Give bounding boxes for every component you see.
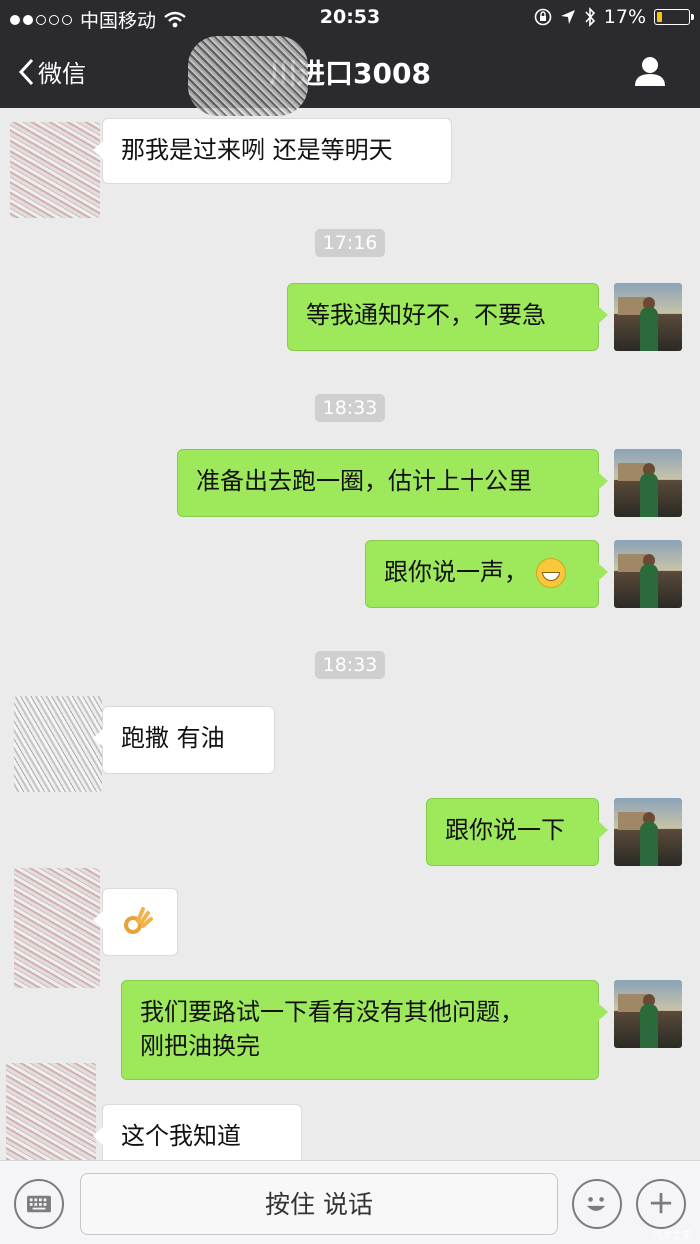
watermark: 汽车之家 [652,1231,692,1242]
message-bubble-out[interactable]: 准备出去跑一圈，估计上十公里 [177,449,608,517]
my-avatar[interactable] [614,283,682,351]
redaction-blur [188,36,308,116]
battery-percent: 17% [603,6,646,28]
hold-to-talk-button[interactable]: 按住 说话 [80,1173,558,1235]
message-bubble-out[interactable]: 等我通知好不，不要急 [287,283,608,351]
chat-title: 川进口3008 [269,57,431,90]
message-bubble-in[interactable] [93,888,178,956]
keyboard-icon[interactable] [14,1179,64,1229]
message-bubble-in[interactable]: 这个我知道 [93,1104,302,1160]
message-bubble-out[interactable]: 跟你说一声， [365,540,608,608]
message-bubble-in[interactable]: 那我是过来咧 还是等明天 [93,118,452,184]
message-text: 跟你说一声， [384,558,528,586]
location-icon [560,10,575,24]
contact-avatar[interactable] [14,696,102,792]
profile-icon[interactable] [630,52,670,92]
message-bubble-in[interactable]: 跑撒 有油 [93,706,275,774]
my-avatar[interactable] [614,449,682,517]
contact-avatar[interactable] [10,122,100,218]
bluetooth-icon [585,7,595,27]
emoji-icon[interactable] [572,1179,622,1229]
chat-area[interactable]: 那我是过来咧 还是等明天 17:16 等我通知好不，不要急 18:33 准备出去… [0,108,700,1160]
add-more-icon[interactable] [636,1179,686,1229]
ok-hand-emoji-icon [124,907,153,934]
nav-bar: 微信 川进口3008 [0,36,700,116]
battery-icon [654,9,694,25]
contact-avatar[interactable] [6,1063,96,1160]
my-avatar[interactable] [614,980,682,1048]
timestamp: 18:33 [0,394,700,422]
contact-avatar[interactable] [14,868,100,988]
my-avatar[interactable] [614,798,682,866]
timestamp: 17:16 [0,229,700,257]
input-bar: 按住 说话 汽车之家 [0,1160,700,1244]
status-right: 17% [534,6,694,28]
my-avatar[interactable] [614,540,682,608]
rotation-lock-icon [534,8,552,26]
grin-emoji-icon [535,558,566,588]
message-bubble-out[interactable]: 跟你说一下 [426,798,608,866]
message-bubble-out[interactable]: 我们要路试一下看有没有其他问题， 刚把油换完 [121,980,608,1080]
status-bar: 中国移动 20:53 17% [0,0,700,36]
timestamp: 18:33 [0,651,700,679]
